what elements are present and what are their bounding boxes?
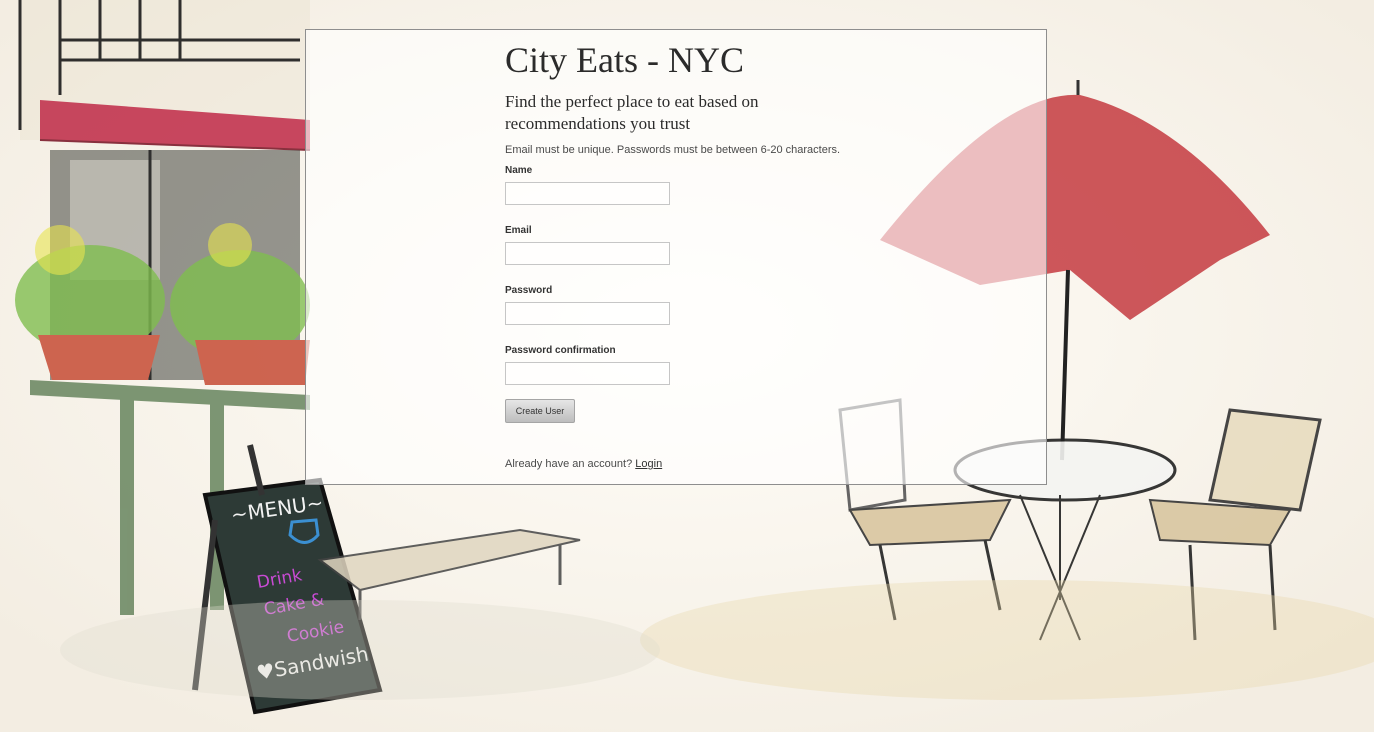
password-input[interactable] [505, 302, 670, 325]
login-link[interactable]: Login [635, 458, 662, 470]
email-input[interactable] [505, 242, 670, 265]
password-confirmation-field-group: Password confirmation [505, 344, 670, 385]
email-field-group: Email [505, 224, 670, 265]
password-confirmation-label: Password confirmation [505, 345, 616, 356]
password-field-group: Password [505, 284, 670, 325]
create-user-button[interactable]: Create User [505, 399, 575, 423]
signup-panel: City Eats - NYC Find the perfect place t… [305, 29, 1047, 485]
password-label: Password [505, 285, 553, 296]
login-prompt-text: Already have an account? [505, 458, 633, 470]
page-title: City Eats - NYC [505, 40, 744, 80]
name-input[interactable] [505, 182, 670, 205]
name-field-group: Name [505, 164, 670, 205]
signup-content: City Eats - NYC Find the perfect place t… [505, 30, 925, 470]
email-label: Email [505, 225, 532, 236]
page-tagline: Find the perfect place to eat based on r… [505, 92, 759, 133]
validation-notice: Email must be unique. Passwords must be … [505, 144, 841, 156]
password-confirmation-input[interactable] [505, 362, 670, 385]
name-label: Name [505, 165, 533, 176]
login-prompt: Already have an account? Login [505, 458, 662, 470]
